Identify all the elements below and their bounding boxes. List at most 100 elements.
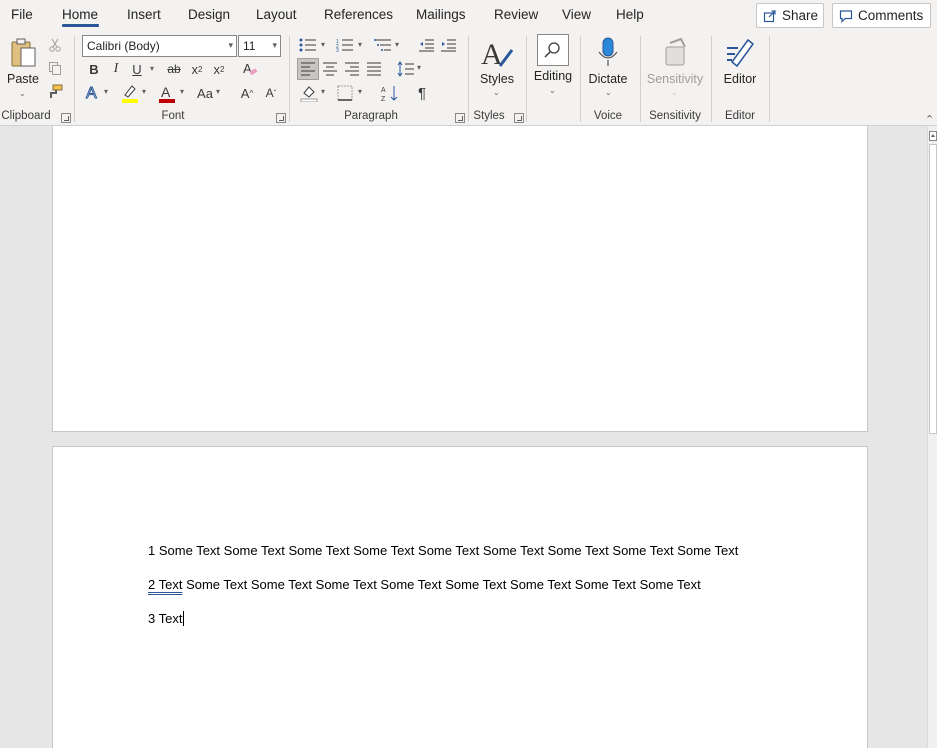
paste-dropdown-icon[interactable]: ⌄ (19, 89, 26, 98)
styles-launcher-icon[interactable] (514, 113, 524, 123)
sensitivity-dropdown-icon[interactable]: ⌄ (671, 88, 678, 97)
dictate-dropdown-icon[interactable]: ⌄ (605, 88, 612, 97)
cut-icon[interactable] (47, 37, 63, 53)
strikethrough-button[interactable]: ab (165, 60, 183, 78)
italic-button[interactable]: I (107, 60, 125, 78)
styles-button[interactable]: Styles (476, 72, 518, 86)
format-painter-icon[interactable] (46, 83, 64, 101)
change-case-button[interactable]: Aa (194, 83, 216, 103)
superscript-button[interactable]: x2 (210, 60, 228, 78)
increase-indent-icon[interactable] (440, 37, 458, 53)
underline-button[interactable]: U (128, 60, 146, 78)
tab-review[interactable]: Review (494, 7, 538, 22)
tab-mailings[interactable]: Mailings (416, 7, 466, 22)
shading-icon[interactable] (299, 83, 319, 103)
paragraph-2[interactable]: 2 Text Some Text Some Text Some Text Som… (148, 577, 701, 592)
multilevel-list-icon[interactable] (373, 37, 393, 53)
separator (526, 36, 527, 122)
paragraph-text: Some Text Some Text Some Text Some Text … (220, 543, 739, 558)
font-size-combo[interactable]: 11 ▾ (238, 35, 281, 57)
styles-dropdown-icon[interactable]: ⌄ (493, 88, 500, 97)
change-case-dropdown-icon[interactable]: ▾ (216, 87, 220, 96)
highlight-dropdown-icon[interactable]: ▾ (142, 87, 146, 96)
clipboard-launcher-icon[interactable] (61, 113, 71, 123)
grammar-flag[interactable]: 2 Text (148, 577, 182, 592)
align-right-icon[interactable] (343, 59, 361, 79)
share-label: Share (782, 8, 819, 23)
comment-icon (839, 8, 853, 24)
paragraph-text: Text (158, 611, 183, 626)
sensitivity-icon[interactable] (660, 35, 690, 69)
tab-view[interactable]: View (562, 7, 591, 22)
highlight-icon[interactable] (120, 83, 140, 103)
separator (289, 36, 290, 122)
shading-dropdown-icon[interactable]: ▾ (321, 87, 325, 96)
paragraph-number: 3 (148, 611, 156, 626)
editor-button[interactable]: Editor (718, 72, 762, 86)
scroll-up-icon[interactable] (929, 131, 937, 141)
dictate-button[interactable]: Dictate (585, 72, 631, 86)
tab-references[interactable]: References (324, 7, 393, 22)
document-page-previous[interactable] (52, 126, 868, 432)
editing-dropdown-icon[interactable]: ⌄ (549, 86, 556, 95)
tab-design[interactable]: Design (188, 7, 230, 22)
paragraph-1[interactable]: 1 Some Text Some Text Some Text Some Tex… (148, 543, 738, 558)
borders-icon[interactable] (335, 83, 355, 103)
find-icon[interactable] (537, 34, 569, 66)
numbering-dropdown-icon[interactable]: ▾ (358, 40, 362, 49)
show-marks-button[interactable]: ¶ (413, 83, 431, 103)
align-left-icon[interactable] (297, 58, 319, 80)
microphone-icon[interactable] (594, 35, 622, 69)
tab-home[interactable]: Home (62, 7, 98, 22)
comments-button[interactable]: Comments (832, 3, 931, 28)
paragraph-group-label: Paragraph (344, 110, 398, 122)
align-center-icon[interactable] (321, 59, 339, 79)
text-cursor (183, 611, 185, 626)
paragraph-launcher-icon[interactable] (455, 113, 465, 123)
bullets-icon[interactable] (298, 37, 318, 53)
paste-button[interactable]: Paste (5, 72, 41, 86)
shrink-font-button[interactable]: Aˇ (262, 83, 280, 103)
clear-formatting-icon[interactable]: A (240, 59, 260, 79)
paragraph-3[interactable]: 3 Text (148, 611, 185, 626)
copy-icon[interactable] (47, 60, 63, 76)
borders-dropdown-icon[interactable]: ▾ (358, 87, 362, 96)
multilevel-dropdown-icon[interactable]: ▾ (395, 40, 399, 49)
numbering-icon[interactable]: 123 (335, 37, 355, 53)
styles-icon[interactable]: A (479, 35, 515, 71)
svg-text:A: A (381, 87, 386, 94)
line-spacing-dropdown-icon[interactable]: ▾ (417, 63, 421, 72)
chevron-down-icon: ▾ (272, 40, 277, 50)
text-effects-dropdown-icon[interactable]: ▾ (104, 87, 108, 96)
editing-button[interactable]: Editing (530, 69, 576, 83)
tab-layout[interactable]: Layout (256, 7, 297, 22)
separator (711, 36, 712, 122)
font-family-combo[interactable]: Calibri (Body) ▾ (82, 35, 237, 57)
vertical-scrollbar[interactable] (927, 126, 937, 748)
underline-dropdown-icon[interactable]: ▾ (150, 64, 154, 73)
grow-font-icon: A (240, 85, 250, 101)
svg-text:Z: Z (381, 96, 386, 102)
paste-icon[interactable] (7, 36, 40, 70)
scroll-thumb[interactable] (929, 144, 937, 434)
share-button[interactable]: Share (756, 3, 824, 28)
grow-font-button[interactable]: A ^ (238, 83, 256, 103)
text-effects-icon[interactable]: A (84, 83, 102, 102)
editor-icon[interactable] (724, 35, 756, 69)
decrease-indent-icon[interactable] (418, 37, 436, 53)
sensitivity-button[interactable]: Sensitivity (644, 72, 706, 86)
font-launcher-icon[interactable] (276, 113, 286, 123)
subscript-button[interactable]: x2 (188, 60, 206, 78)
justify-icon[interactable] (365, 59, 383, 79)
document-page-current[interactable]: 1 Some Text Some Text Some Text Some Tex… (52, 446, 868, 748)
tab-help[interactable]: Help (616, 7, 644, 22)
tab-file[interactable]: File (11, 7, 33, 22)
line-spacing-icon[interactable] (396, 59, 416, 79)
sort-icon[interactable]: AZ (380, 83, 400, 103)
collapse-ribbon-icon[interactable]: ⌃ (925, 113, 934, 126)
bold-button[interactable]: B (85, 60, 103, 78)
tab-insert[interactable]: Insert (127, 7, 161, 22)
font-color-dropdown-icon[interactable]: ▾ (180, 87, 184, 96)
font-color-icon[interactable]: A (157, 83, 177, 103)
bullets-dropdown-icon[interactable]: ▾ (321, 40, 325, 49)
